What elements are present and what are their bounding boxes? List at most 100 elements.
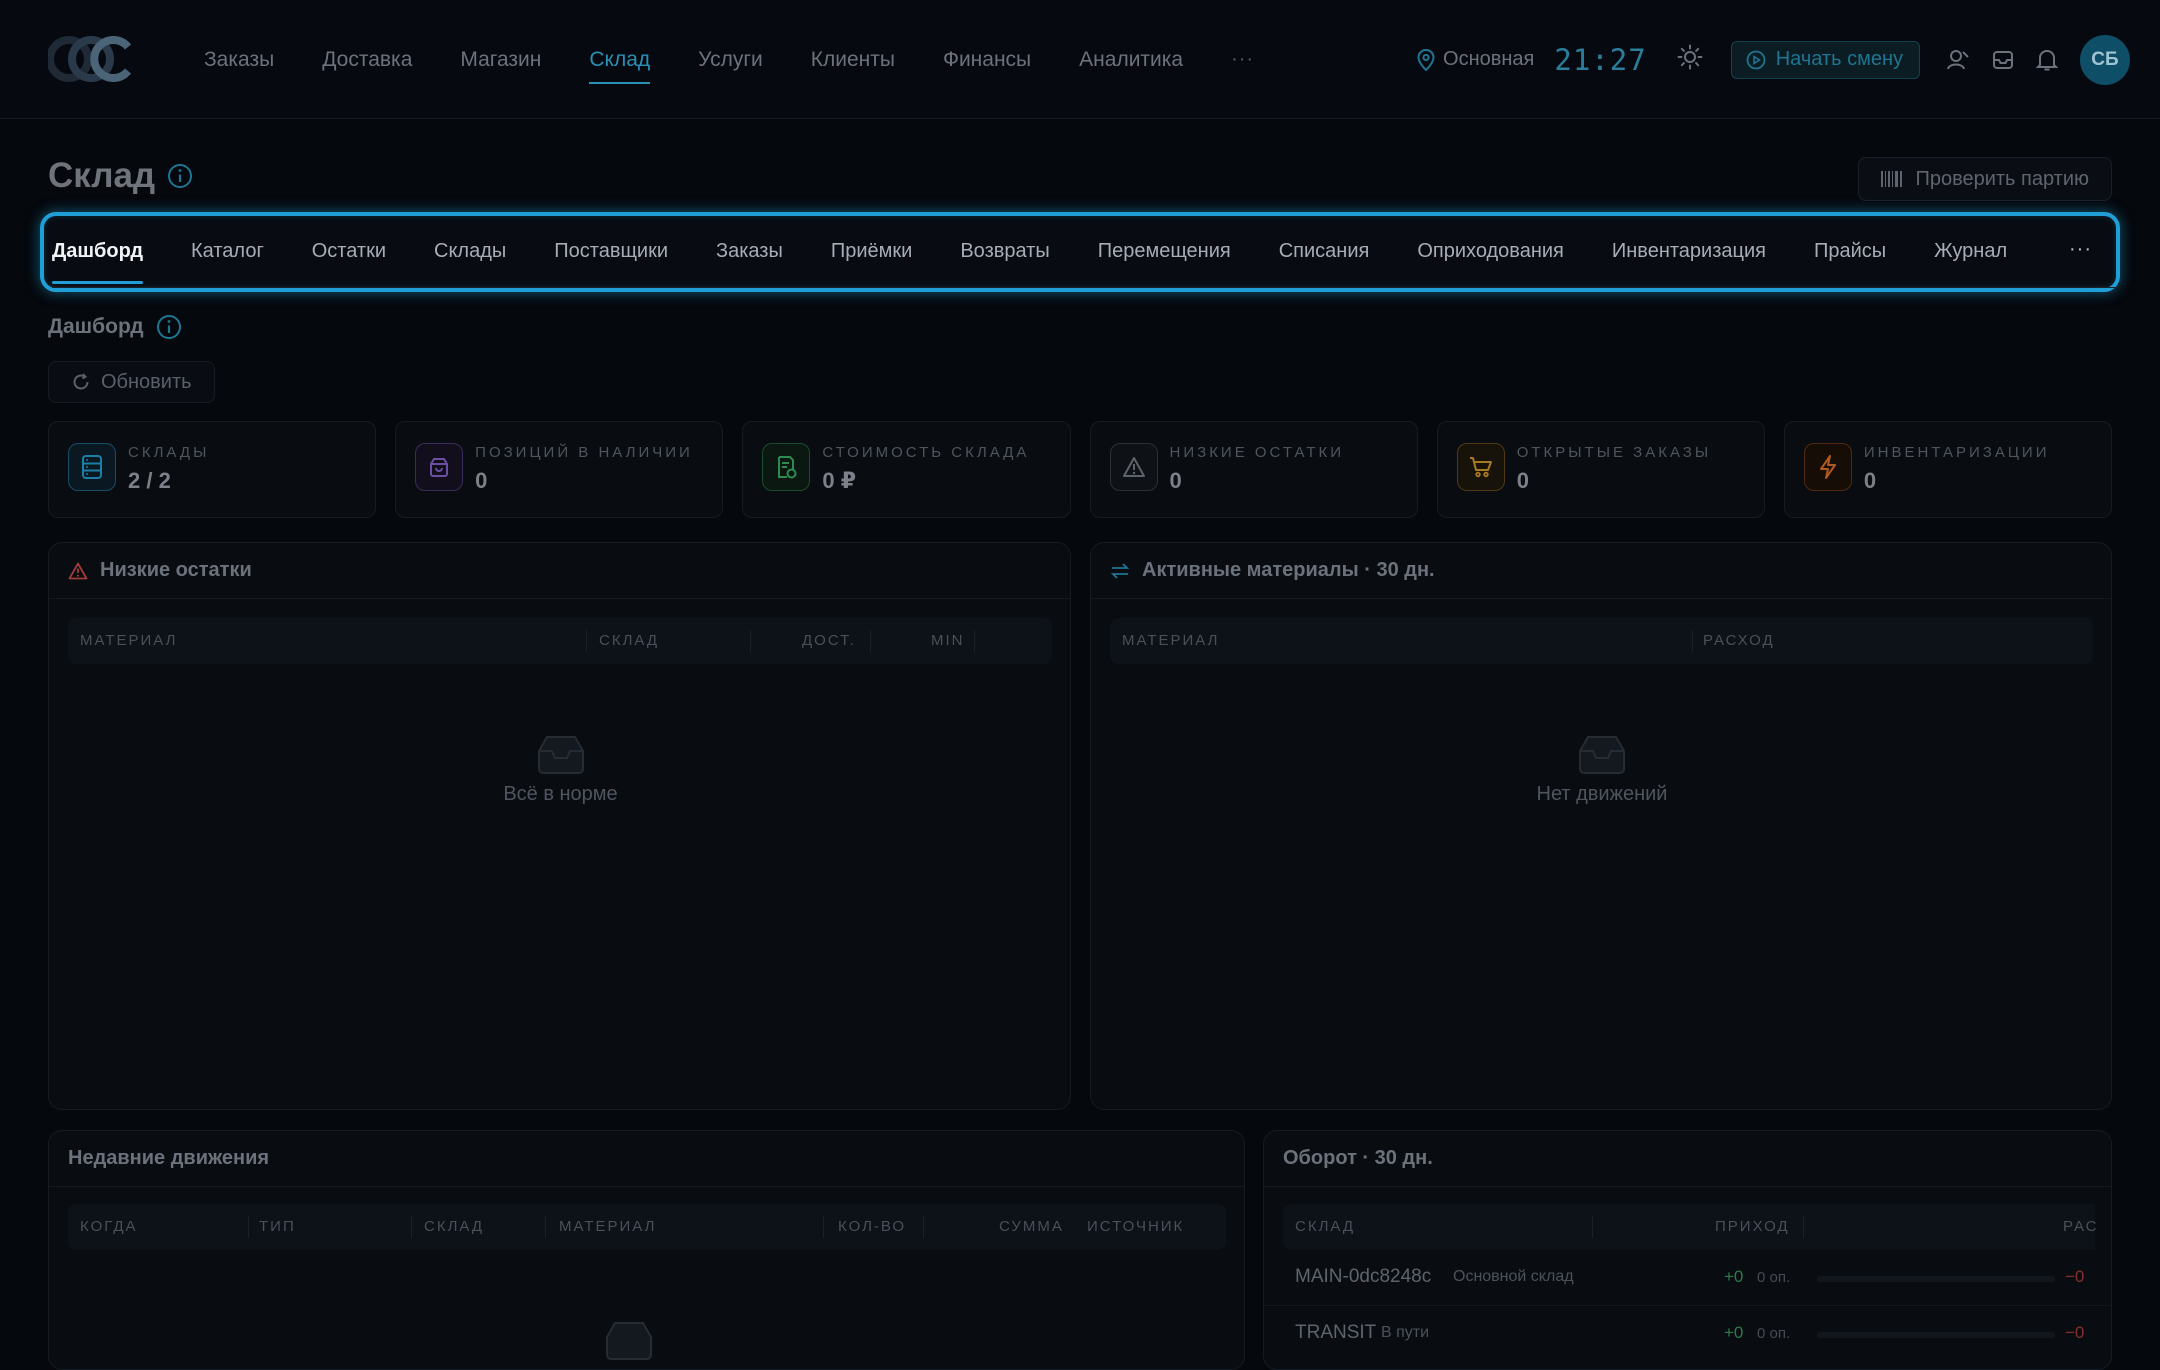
warning-icon	[1109, 443, 1158, 491]
box-icon	[415, 443, 464, 491]
column-header[interactable]: КОГДА	[80, 1218, 138, 1235]
tab-suppliers[interactable]: Поставщики	[554, 216, 668, 288]
column-header[interactable]: MIN	[931, 632, 965, 649]
nav-more-button[interactable]: ···	[1231, 0, 1254, 119]
column-header[interactable]: СКЛАД	[599, 632, 659, 649]
column-header[interactable]: СУММА	[999, 1218, 1064, 1235]
info-icon[interactable]	[156, 314, 182, 340]
stat-card-warehouses[interactable]: СКЛАДЫ 2 / 2	[48, 421, 377, 518]
tab-returns[interactable]: Возвраты	[960, 216, 1049, 288]
turnover-panel: Оборот · 30 дн. СКЛАД ПРИХОД РАС MAIN-0d…	[1263, 1130, 2112, 1370]
stat-card-stock-value[interactable]: СТОИМОСТЬ СКЛАДА 0 ₽	[742, 421, 1071, 518]
tab-catalog[interactable]: Каталог	[191, 216, 264, 288]
stat-card-in-stock[interactable]: ПОЗИЦИЙ В НАЛИЧИИ 0	[395, 421, 724, 518]
page-title: Склад	[48, 156, 156, 195]
play-circle-icon	[1746, 50, 1766, 69]
table-header: КОГДА ТИП СКЛАД МАТЕРИАЛ КОЛ-ВО СУММА ИС…	[68, 1204, 1226, 1250]
column-header[interactable]: РАС	[2063, 1218, 2099, 1235]
nav-orders[interactable]: Заказы	[204, 0, 274, 119]
warehouse-name: Основной склад	[1453, 1268, 1574, 1285]
inbox-button[interactable]	[1992, 49, 2014, 71]
start-shift-label: Начать смену	[1775, 48, 1903, 70]
info-icon[interactable]	[167, 163, 193, 189]
stat-label: ПОЗИЦИЙ В НАЛИЧИИ	[475, 444, 693, 461]
column-header[interactable]: ДОСТ.	[802, 632, 856, 649]
tab-dashboard[interactable]: Дашборд	[52, 216, 144, 288]
stat-card-inventories[interactable]: ИНВЕНТАРИЗАЦИИ 0	[1783, 421, 2113, 518]
column-header[interactable]: ТИП	[259, 1218, 296, 1235]
tab-warehouses[interactable]: Склады	[434, 216, 506, 288]
active-materials-panel: Активные материалы · 30 дн. МАТЕРИАЛ РАС…	[1090, 542, 2112, 1110]
tab-inventory[interactable]: Инвентаризация	[1612, 216, 1766, 288]
notifications-button[interactable]	[2036, 48, 2058, 72]
progress-bar	[1817, 1332, 2055, 1338]
income-value: +0	[1724, 1323, 1744, 1342]
recent-movements-panel: Недавние движения КОГДА ТИП СКЛАД МАТЕРИ…	[48, 1130, 1245, 1370]
column-header[interactable]: МАТЕРИАЛ	[80, 632, 177, 649]
column-header[interactable]: РАСХОД	[1703, 632, 1775, 649]
stat-label: СТОИМОСТЬ СКЛАДА	[822, 444, 1030, 461]
swap-icon	[1110, 562, 1130, 579]
stat-value: 0	[1169, 468, 1182, 493]
map-pin-icon	[1417, 48, 1435, 71]
warehouse-icon	[68, 443, 116, 491]
barcode-icon	[1881, 171, 1903, 187]
sun-icon	[1677, 44, 1703, 70]
tab-postings[interactable]: Оприходования	[1417, 216, 1564, 288]
tabs-more-button[interactable]: ···	[2069, 238, 2092, 261]
clock: 21:27	[1554, 42, 1647, 77]
column-header[interactable]: МАТЕРИАЛ	[559, 1218, 656, 1235]
start-shift-button[interactable]: Начать смену	[1730, 40, 1920, 79]
nav-delivery[interactable]: Доставка	[322, 0, 412, 119]
avatar[interactable]: СБ	[2080, 34, 2130, 85]
location-label: Основная	[1443, 48, 1535, 70]
inbox-icon	[1993, 50, 2013, 69]
users-button[interactable]	[1946, 48, 1970, 72]
stat-card-low-stock[interactable]: НИЗКИЕ ОСТАТКИ 0	[1089, 421, 1418, 518]
nav-shop[interactable]: Магазин	[460, 0, 541, 119]
ops-count: 0 оп.	[1757, 1325, 1791, 1342]
tab-transfers[interactable]: Перемещения	[1098, 216, 1231, 288]
nav-clients[interactable]: Клиенты	[811, 0, 895, 119]
table-row[interactable]: MAIN-0dc8248c Основной склад +0 0 оп. −0	[1264, 1250, 2111, 1306]
column-header[interactable]: ИСТОЧНИК	[1087, 1218, 1184, 1235]
tab-journal[interactable]: Журнал	[1934, 216, 2007, 288]
nav-services[interactable]: Услуги	[698, 0, 763, 119]
column-header[interactable]: СКЛАД	[1295, 1218, 1355, 1235]
ops-count: 0 оп.	[1757, 1269, 1791, 1286]
check-batch-button[interactable]: Проверить партию	[1858, 157, 2112, 201]
empty-state: Всё в норме	[49, 733, 1070, 806]
tab-receipts[interactable]: Приёмки	[831, 216, 912, 288]
stat-label: ИНВЕНТАРИЗАЦИИ	[1863, 444, 2050, 461]
stat-label: СКЛАДЫ	[128, 444, 210, 461]
nav-finance[interactable]: Финансы	[943, 0, 1031, 119]
stat-label: НИЗКИЕ ОСТАТКИ	[1169, 444, 1345, 461]
location-selector[interactable]: Основная	[1417, 48, 1534, 71]
stat-card-open-orders[interactable]: ОТКРЫТЫЕ ЗАКАЗЫ 0	[1436, 421, 1765, 518]
cart-icon	[1456, 443, 1505, 491]
expense-value: −0	[2065, 1323, 2085, 1342]
nav-analytics[interactable]: Аналитика	[1079, 0, 1183, 119]
empty-text: Нет движений	[1536, 783, 1668, 805]
theme-toggle[interactable]	[1677, 44, 1703, 75]
bell-icon	[2036, 49, 2058, 70]
check-batch-label: Проверить партию	[1915, 167, 2089, 190]
receipt-icon	[762, 443, 811, 491]
tab-orders[interactable]: Заказы	[716, 216, 783, 288]
tab-stock[interactable]: Остатки	[312, 216, 386, 288]
tab-writeoffs[interactable]: Списания	[1279, 216, 1370, 288]
main-nav: Заказы Доставка Магазин Склад Услуги Кли…	[204, 0, 1302, 119]
refresh-button[interactable]: Обновить	[48, 361, 215, 403]
column-header[interactable]: МАТЕРИАЛ	[1122, 632, 1219, 649]
panel-title: Недавние движения	[68, 1147, 270, 1169]
table-row[interactable]: TRANSIT В пути +0 0 оп. −0	[1264, 1306, 2111, 1362]
column-header[interactable]: ПРИХОД	[1715, 1218, 1790, 1235]
stat-cards: СКЛАДЫ 2 / 2 ПОЗИЦИЙ В НАЛИЧИИ 0 СТОИМОС…	[48, 421, 2113, 518]
column-header[interactable]: СКЛАД	[424, 1218, 484, 1235]
warehouse-code: TRANSIT	[1295, 1322, 1377, 1343]
logo[interactable]	[48, 36, 134, 82]
tab-price-lists[interactable]: Прайсы	[1814, 216, 1886, 288]
stat-value: 0 ₽	[822, 468, 856, 493]
column-header[interactable]: КОЛ-ВО	[838, 1218, 906, 1235]
nav-warehouse[interactable]: Склад	[589, 0, 650, 119]
